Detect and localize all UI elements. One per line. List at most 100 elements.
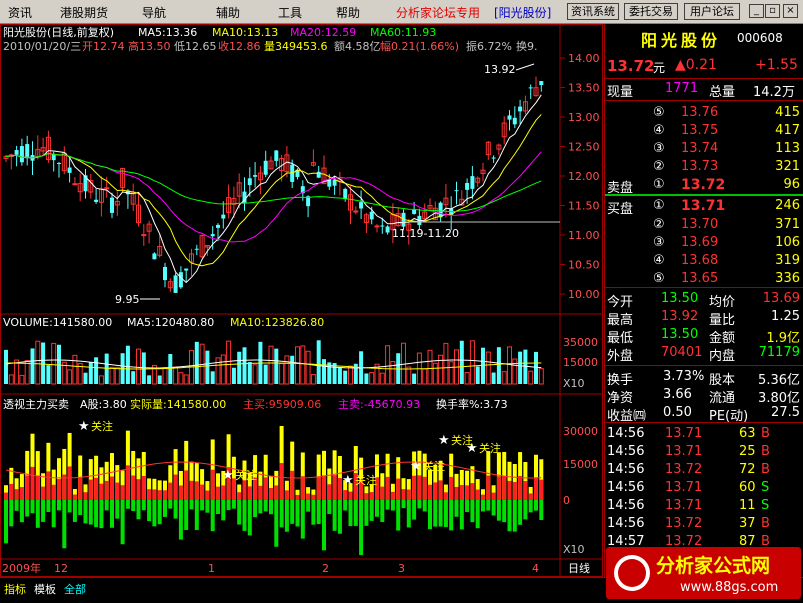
buy1-row[interactable]: 买盘 ① 13.71 246 <box>605 197 803 217</box>
indicator-bar <box>141 451 146 511</box>
candle <box>25 135 30 166</box>
buy-row[interactable]: ② 13.70 371 <box>605 216 803 234</box>
stat2-row[interactable]: 换手 3.73% 股本 5.36亿 <box>605 368 803 388</box>
volume-bar <box>443 342 449 385</box>
volume-bar <box>290 355 295 384</box>
sell-row[interactable]: ② 13.73 321 <box>605 158 803 176</box>
sell-row[interactable]: ⑤ 13.76 415 <box>605 104 803 122</box>
x-axis-3: 3 <box>398 562 405 575</box>
trade-button[interactable]: 委托交易 <box>624 3 678 20</box>
menu-tools[interactable]: 工具 <box>278 4 302 21</box>
indicator-bar <box>115 465 120 519</box>
news-system-button[interactable]: 资讯系统 <box>567 3 619 20</box>
volume-bar <box>412 373 417 384</box>
high-arrow <box>515 63 535 71</box>
volume-bar <box>157 375 162 384</box>
volume-bar <box>173 366 179 385</box>
period-label[interactable]: 日线 <box>568 561 590 575</box>
indicator-bar <box>454 473 459 517</box>
volume-bars <box>4 340 544 385</box>
tick-row[interactable]: 14:56 13.71 11 S <box>605 497 803 515</box>
tick-row[interactable]: 14:56 13.71 60 S <box>605 479 803 497</box>
chart-area[interactable]: 14.00 13.50 13.00 12.50 12.00 11.50 11.00 10.50… <box>0 24 603 577</box>
candle <box>485 140 491 160</box>
buy-price: 13.70 <box>681 217 719 232</box>
indicator-bar <box>157 480 162 525</box>
star-marker: ★ 关注 <box>342 473 377 488</box>
menu-assist[interactable]: 辅助 <box>216 4 240 21</box>
menu-hk-futures[interactable]: 港股期货 <box>60 4 108 21</box>
minimize-icon[interactable]: _ <box>749 4 764 18</box>
volume-bar <box>385 345 391 385</box>
indicator-bar <box>512 464 517 532</box>
menu-help[interactable]: 帮助 <box>336 4 360 21</box>
forum-button[interactable]: 用户论坛 <box>684 3 740 20</box>
sell1-row[interactable]: 卖盘 ① 13.72 96 <box>605 176 803 196</box>
stat-value: 13.50 <box>661 327 699 342</box>
stat-row[interactable]: 最高 13.92 量比 1.25 <box>605 308 803 328</box>
volume-bar <box>67 369 73 385</box>
tab-template[interactable]: 模板 <box>34 581 56 597</box>
volume-bar <box>475 366 480 384</box>
stat-row[interactable]: 最低 13.50 金额 1.9亿 <box>605 326 803 346</box>
indicator-bar <box>120 470 125 545</box>
indicator-bar <box>401 478 406 509</box>
indicator-bar <box>322 450 326 551</box>
sell-row[interactable]: ③ 13.74 113 <box>605 140 803 158</box>
tick-side: S <box>761 480 770 495</box>
stat2-row[interactable]: 收益㈣ 0.50 PE(动) 27.5 <box>605 404 803 424</box>
sell-row[interactable]: ④ 13.75 417 <box>605 122 803 140</box>
stat-row[interactable]: 外盘 70401 内盘 71179 <box>605 344 803 364</box>
tab-all[interactable]: 全部 <box>64 581 86 597</box>
total-vol-label: 总量 <box>709 85 736 100</box>
buy1-label: 买盘 <box>607 202 634 217</box>
star-icon: ★ <box>410 459 422 474</box>
buy-row[interactable]: ⑤ 13.65 336 <box>605 270 803 288</box>
volume-bar <box>305 350 311 385</box>
volume-bar <box>24 360 30 385</box>
volume-bar <box>94 357 99 384</box>
stat-row[interactable]: 今开 13.50 均价 13.69 <box>605 290 803 310</box>
volume-bar <box>337 367 342 384</box>
candle <box>120 167 126 193</box>
stock-link[interactable]: [阳光股份] <box>494 4 551 21</box>
candle <box>480 162 486 182</box>
ma10-label: MA10:13.13 <box>212 26 278 39</box>
tick-side: B <box>761 516 770 531</box>
stat2-value: 3.66 <box>663 387 692 402</box>
volume-bar <box>538 368 544 385</box>
indicator-bar <box>459 469 464 530</box>
volume-bar <box>343 370 348 384</box>
vol-ma5-label: MA5:120480.80 <box>127 316 214 329</box>
tick-row[interactable]: 14:56 13.72 72 B <box>605 461 803 479</box>
watermark-title: 分析家公式网 <box>656 554 770 577</box>
stat2-row[interactable]: 净资 3.66 流通 3.80亿 <box>605 386 803 406</box>
volume-bar <box>512 358 518 385</box>
close-icon[interactable]: × <box>783 4 798 18</box>
buy-index: ④ <box>653 253 665 268</box>
volume-bar <box>30 348 35 384</box>
indicator-bar <box>194 462 199 530</box>
menu-news[interactable]: 资讯 <box>8 4 32 21</box>
volume-bar <box>491 372 496 384</box>
tick-row[interactable]: 14:56 13.71 25 B <box>605 443 803 461</box>
menu-navigation[interactable]: 导航 <box>142 4 166 21</box>
price-tick-11.00: 11.00 <box>568 229 600 242</box>
tick-row[interactable]: 14:56 13.71 63 B <box>605 425 803 443</box>
candle <box>98 176 104 217</box>
candle <box>443 183 449 218</box>
info-close: 收12.86 <box>218 39 261 53</box>
buy-index: ⑤ <box>653 271 665 286</box>
indicator-bar <box>284 480 289 532</box>
indicator-bar <box>359 457 364 556</box>
kline-chart[interactable]: 14.00 13.50 13.00 12.50 12.00 11.50 11.00 10.50… <box>0 24 603 577</box>
star-marker: ★ 关注 <box>466 441 501 456</box>
buy-row[interactable]: ④ 13.68 319 <box>605 252 803 270</box>
tab-indicator[interactable]: 指标 <box>4 581 26 597</box>
sell-index: ③ <box>653 141 665 156</box>
candle <box>184 268 189 282</box>
indicator-bar <box>72 489 77 522</box>
tick-row[interactable]: 14:56 13.72 37 B <box>605 515 803 533</box>
buy-row[interactable]: ③ 13.69 106 <box>605 234 803 252</box>
restore-icon[interactable]: ▫ <box>765 4 780 18</box>
